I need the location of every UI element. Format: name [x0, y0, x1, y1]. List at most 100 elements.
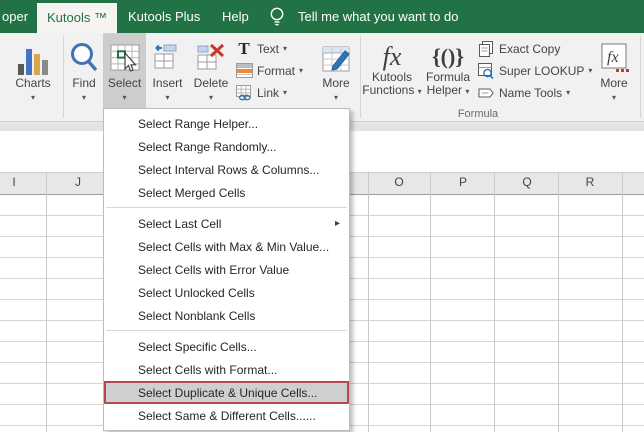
name-tools-button[interactable]: Name Tools ▾ — [476, 82, 570, 103]
menu-item-label: Select Same & Different Cells...... — [138, 409, 316, 423]
fx-box-icon: fx — [590, 33, 638, 75]
delete-label: Delete — [189, 77, 233, 90]
dropdown-arrow-icon: ▾ — [313, 93, 359, 102]
braces-icon: {()} — [422, 33, 474, 71]
submenu-arrow-icon: ▸ — [335, 218, 340, 229]
menu-item[interactable]: Select Nonblank Cells — [104, 304, 349, 327]
delete-button[interactable]: Delete ▾ — [189, 33, 233, 108]
copy-icon — [476, 41, 496, 57]
column-header[interactable]: R — [576, 172, 604, 193]
lightbulb-icon — [268, 6, 286, 33]
tell-me-box[interactable]: Tell me what you want to do — [298, 0, 458, 33]
more-editing-button[interactable]: More ▾ — [313, 33, 359, 108]
dropdown-arrow-icon: ▾ — [590, 93, 638, 102]
menu-item-label: Select Range Helper... — [138, 117, 258, 131]
exact-copy-label: Exact Copy — [499, 42, 560, 56]
bar-chart-icon — [6, 33, 60, 75]
menu-item-label: Select Interval Rows & Columns... — [138, 163, 319, 177]
menu-item[interactable]: Select Merged Cells — [104, 181, 349, 204]
group-separator — [63, 36, 64, 118]
format-button[interactable]: Format ▾ — [234, 60, 303, 81]
select-dropdown-menu: Select Range Helper... Select Range Rando… — [103, 108, 350, 431]
group-separator — [360, 36, 361, 118]
formula-helper-line2: Helper — [427, 83, 462, 97]
menu-item-label: Select Merged Cells — [138, 186, 245, 200]
dropdown-arrow-icon: ▾ — [103, 93, 146, 102]
link-button[interactable]: Link ▾ — [234, 82, 287, 103]
ribbon-tab-bar: oper Kutools ™ Kutools Plus Help Tell me… — [0, 0, 644, 33]
menu-item[interactable]: Select Same & Different Cells...... — [104, 404, 349, 427]
lookup-icon — [476, 63, 496, 79]
column-header[interactable]: J — [64, 172, 92, 193]
menu-item[interactable]: Select Cells with Format... — [104, 358, 349, 381]
menu-item-label: Select Specific Cells... — [138, 340, 257, 354]
grid-column-line — [430, 172, 431, 432]
fx-icon: fx — [362, 33, 422, 71]
select-button[interactable]: Select ▾ — [103, 33, 146, 108]
exact-copy-button[interactable]: Exact Copy — [476, 38, 560, 59]
formula-group-label: Formula — [362, 108, 594, 120]
text-button[interactable]: T Text ▾ — [234, 38, 287, 59]
tab-kutools[interactable]: Kutools ™ — [37, 3, 117, 33]
formula-helper-button[interactable]: {()} Formula Helper ▾ — [422, 33, 474, 108]
menu-item-label: Select Unlocked Cells — [138, 286, 255, 300]
delete-cells-icon — [189, 33, 233, 75]
more-formula-button[interactable]: fx More ▾ — [590, 33, 638, 108]
menu-item-label: Select Cells with Max & Min Value... — [138, 240, 329, 254]
menu-item-label: Select Duplicate & Unique Cells... — [138, 386, 317, 400]
column-header[interactable]: I — [0, 172, 28, 193]
menu-separator — [106, 207, 347, 208]
select-label: Select — [103, 77, 146, 90]
find-button[interactable]: Find ▾ — [66, 33, 102, 108]
kutools-functions-button[interactable]: fx Kutools Functions ▾ — [362, 33, 422, 108]
column-header[interactable]: Q — [513, 172, 541, 193]
menu-item[interactable]: Select Range Randomly... — [104, 135, 349, 158]
tab-developer-partial[interactable]: oper — [2, 0, 28, 33]
svg-text:fx: fx — [607, 49, 619, 66]
menu-item-label: Select Nonblank Cells — [138, 309, 255, 323]
menu-item[interactable]: Select Range Helper... — [104, 112, 349, 135]
charts-label: Charts — [6, 77, 60, 90]
name-tools-label: Name Tools — [499, 86, 562, 100]
menu-item[interactable]: Select Cells with Max & Min Value... — [104, 235, 349, 258]
menu-item[interactable]: Select Interval Rows & Columns... — [104, 158, 349, 181]
column-header[interactable]: O — [385, 172, 413, 193]
menu-item[interactable]: Select Duplicate & Unique Cells... — [104, 381, 349, 404]
tab-kutools-plus[interactable]: Kutools Plus — [128, 0, 200, 33]
super-lookup-button[interactable]: Super LOOKUP ▾ — [476, 60, 592, 81]
grid-column-line — [368, 172, 369, 432]
menu-item[interactable]: Select Last Cell▸ — [104, 212, 349, 235]
dropdown-arrow-icon: ▾ — [146, 93, 189, 102]
dropdown-arrow-icon: ▾ — [299, 66, 303, 75]
column-header[interactable]: P — [449, 172, 477, 193]
super-lookup-label: Super LOOKUP — [499, 64, 584, 78]
select-cells-icon — [103, 33, 146, 75]
grid-column-line — [558, 172, 559, 432]
dropdown-arrow-icon: ▾ — [566, 88, 570, 97]
more-editing-label: More — [313, 77, 359, 90]
menu-item[interactable]: Select Unlocked Cells — [104, 281, 349, 304]
menu-item-list: Select Range Helper... Select Range Rando… — [104, 112, 349, 427]
menu-item[interactable]: Select Specific Cells... — [104, 335, 349, 358]
charts-button[interactable]: Charts ▾ — [6, 33, 60, 108]
menu-item[interactable]: Select Cells with Error Value — [104, 258, 349, 281]
excel-window: oper Kutools ™ Kutools Plus Help Tell me… — [0, 0, 644, 432]
format-label: Format — [257, 64, 295, 78]
tab-help[interactable]: Help — [222, 0, 249, 33]
dropdown-arrow-icon: ▾ — [6, 93, 60, 102]
table-pencil-icon — [313, 33, 359, 75]
link-icon — [234, 85, 254, 101]
menu-item-label: Select Cells with Error Value — [138, 263, 289, 277]
insert-cells-icon — [146, 33, 189, 75]
text-icon: T — [234, 40, 254, 57]
menu-item-label: Select Cells with Format... — [138, 363, 277, 377]
dropdown-arrow-icon: ▾ — [283, 44, 287, 53]
find-label: Find — [66, 77, 102, 90]
dropdown-arrow-icon: ▾ — [465, 87, 469, 96]
dropdown-arrow-icon: ▾ — [283, 88, 287, 97]
menu-item-label: Select Range Randomly... — [138, 140, 277, 154]
insert-button[interactable]: Insert ▾ — [146, 33, 189, 108]
group-separator — [640, 36, 641, 118]
insert-label: Insert — [146, 77, 189, 90]
link-label: Link — [257, 86, 279, 100]
